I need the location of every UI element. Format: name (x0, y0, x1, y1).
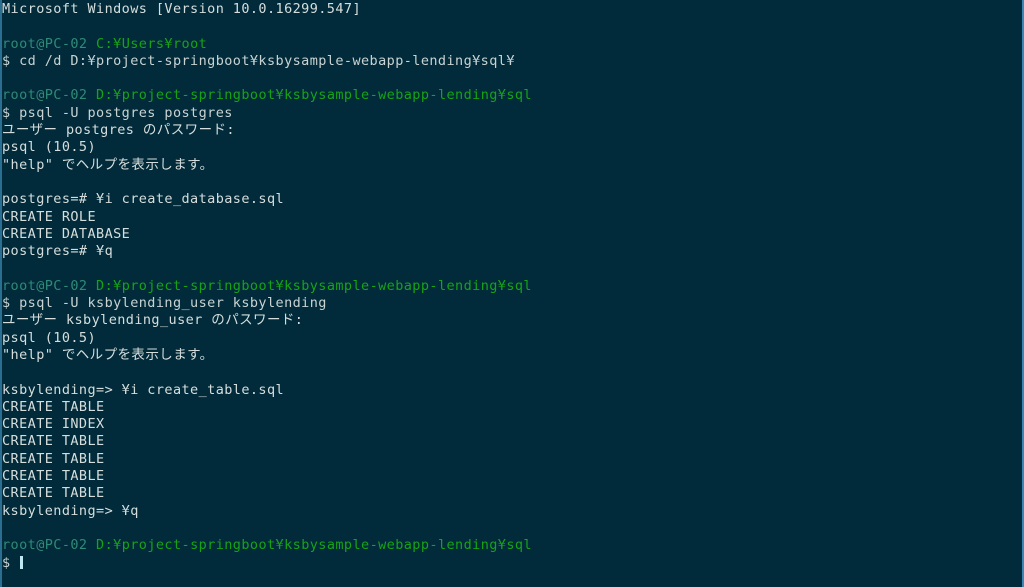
terminal-line-psql-output-3: CREATE TABLE (2, 399, 1022, 416)
terminal-text-default: psql (10.5) (2, 139, 97, 156)
terminal-text-default: CREATE ROLE (2, 208, 97, 225)
terminal-text-default: ユーザー ksbylending_user のパスワード: (2, 312, 304, 329)
terminal-text-prompt: $ cd /d D:¥project-springboot¥ksbysample… (2, 52, 515, 69)
terminal-line-output-6: "help" でヘルプを表示します。 (2, 347, 1022, 364)
terminal-line-psql-output-1: CREATE ROLE (2, 209, 1022, 226)
terminal-line-psql-command-1: postgres=# ¥i create_database.sql (2, 191, 1022, 208)
terminal-line-command-1: $ cd /d D:¥project-springboot¥ksbysample… (2, 53, 1022, 70)
terminal-text-default: postgres=# ¥i create_database.sql (2, 191, 285, 208)
terminal-line-command-4: $ (2, 555, 1022, 572)
terminal-line-command-3: $ psql -U ksbylending_user ksbylending (2, 295, 1022, 312)
terminal-line-prompt-2: root@PC-02 D:¥project-springboot¥ksbysam… (2, 87, 1022, 104)
terminal-window[interactable]: Microsoft Windows [Version 10.0.16299.54… (0, 0, 1024, 587)
terminal-text-default: ksbylending=> ¥q (2, 502, 139, 519)
terminal-text-default: postgres=# ¥q (2, 243, 114, 260)
terminal-line-output-4: ユーザー ksbylending_user のパスワード: (2, 312, 1022, 329)
console-output-area[interactable]: Microsoft Windows [Version 10.0.16299.54… (2, 1, 1022, 587)
terminal-text-path: D:¥project-springboot¥ksbysample-webapp-… (96, 277, 532, 294)
terminal-text-default: CREATE TABLE (2, 485, 105, 502)
terminal-text-default (87, 278, 96, 294)
text-cursor (20, 555, 24, 569)
terminal-text-default: CREATE INDEX (2, 416, 105, 433)
terminal-line-psql-output-7: CREATE TABLE (2, 468, 1022, 485)
terminal-line-output-5: psql (10.5) (2, 330, 1022, 347)
terminal-text-default (87, 87, 96, 103)
terminal-line-banner: Microsoft Windows [Version 10.0.16299.54… (2, 1, 1022, 18)
terminal-text-host: root@PC-02 (2, 277, 88, 294)
terminal-text-path: D:¥project-springboot¥ksbysample-webapp-… (96, 537, 532, 554)
terminal-text-host: root@PC-02 (2, 35, 88, 52)
terminal-line-psql-output-5: CREATE TABLE (2, 433, 1022, 450)
terminal-line-psql-output-6: CREATE TABLE (2, 451, 1022, 468)
terminal-line-psql-command-4: ksbylending=> ¥q (2, 503, 1022, 520)
terminal-text-host: root@PC-02 (2, 537, 88, 554)
terminal-text-default: ユーザー postgres のパスワード: (2, 122, 235, 139)
terminal-text-default (87, 537, 96, 553)
terminal-text-default: CREATE TABLE (2, 450, 105, 467)
terminal-line-psql-command-2: postgres=# ¥q (2, 243, 1022, 260)
terminal-text-host: root@PC-02 (2, 87, 88, 104)
terminal-text-default (87, 36, 96, 52)
terminal-text-default: CREATE TABLE (2, 468, 105, 485)
terminal-text-default: ksbylending=> ¥i create_table.sql (2, 381, 285, 398)
terminal-text-default: "help" でヘルプを表示します。 (2, 156, 214, 173)
terminal-text-default: Microsoft Windows [Version 10.0.16299.54… (2, 1, 362, 17)
terminal-line-psql-output-2: CREATE DATABASE (2, 226, 1022, 243)
terminal-line-prompt-1: root@PC-02 C:¥Users¥root (2, 36, 1022, 53)
terminal-text-prompt: $ (2, 554, 20, 571)
terminal-line-prompt-3: root@PC-02 D:¥project-springboot¥ksbysam… (2, 278, 1022, 295)
terminal-line-psql-output-4: CREATE INDEX (2, 416, 1022, 433)
terminal-line-prompt-4: root@PC-02 D:¥project-springboot¥ksbysam… (2, 537, 1022, 554)
terminal-text-default: CREATE DATABASE (2, 225, 131, 242)
terminal-text-default: CREATE TABLE (2, 433, 105, 450)
terminal-text-path: C:¥Users¥root (96, 35, 208, 52)
terminal-text-prompt: $ psql -U postgres postgres (2, 104, 233, 121)
terminal-text-path: D:¥project-springboot¥ksbysample-webapp-… (96, 87, 532, 104)
terminal-line-psql-command-3: ksbylending=> ¥i create_table.sql (2, 382, 1022, 399)
terminal-line-command-2: $ psql -U postgres postgres (2, 105, 1022, 122)
terminal-text-default: psql (10.5) (2, 329, 97, 346)
terminal-text-default: "help" でヘルプを表示します。 (2, 346, 214, 363)
terminal-line-psql-output-8: CREATE TABLE (2, 485, 1022, 502)
terminal-line-output-3: "help" でヘルプを表示します。 (2, 157, 1022, 174)
terminal-line-output-2: psql (10.5) (2, 139, 1022, 156)
terminal-line-output-1: ユーザー postgres のパスワード: (2, 122, 1022, 139)
terminal-text-prompt: $ psql -U ksbylending_user ksbylending (2, 295, 327, 312)
terminal-text-default: CREATE TABLE (2, 398, 105, 415)
